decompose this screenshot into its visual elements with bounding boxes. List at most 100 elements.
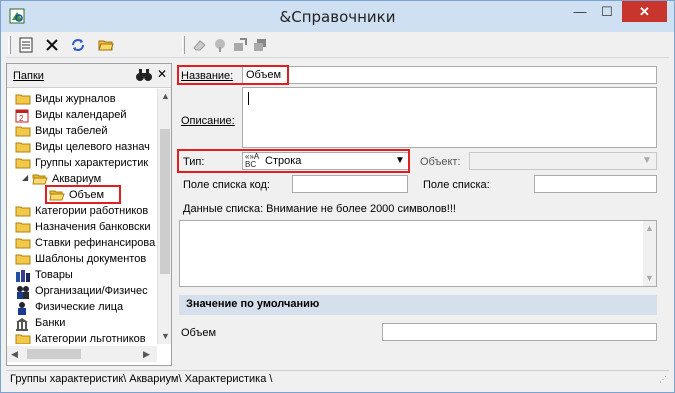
books-icon <box>15 269 31 282</box>
people-icon <box>15 285 31 299</box>
scroll-left-icon[interactable]: ◀ <box>11 349 18 360</box>
tree-item[interactable]: Виды журналов <box>15 91 116 107</box>
tree-item[interactable]: Физические лица <box>15 299 123 315</box>
bank-icon <box>15 317 31 331</box>
default-value-field[interactable] <box>382 323 657 341</box>
open-folder-icon[interactable] <box>96 35 116 55</box>
tree-item[interactable]: Банки <box>15 315 65 331</box>
main-window: &Справочники — ☐ ✕ Папки ✕ Виды журналов… <box>0 0 675 393</box>
list-data-field[interactable]: ▲ ▼ <box>179 220 657 287</box>
tree-item[interactable]: Группы характеристик <box>15 155 148 171</box>
document-icon[interactable] <box>16 35 36 55</box>
list-data-down-icon[interactable]: ▼ <box>645 273 654 283</box>
minimize-button[interactable]: — <box>567 1 593 22</box>
folder-icon <box>15 205 31 217</box>
folder-icon <box>15 157 31 169</box>
tree-vertical-scrollbar[interactable]: ▲ ▼ <box>157 89 171 344</box>
tree-item[interactable]: Виды целевого назнач <box>15 139 150 155</box>
folders-title: Папки <box>13 70 44 82</box>
description-label: Описание: <box>181 115 235 127</box>
scroll-right-icon[interactable]: ▶ <box>143 349 150 360</box>
paint-icon[interactable] <box>210 35 230 55</box>
tree-horizontal-scrollbar[interactable]: ◀ ▶ <box>7 346 157 362</box>
status-path: Группы характеристик\ Аквариум\ Характер… <box>10 373 273 385</box>
expand-triangle-icon[interactable]: ◢ <box>22 173 28 182</box>
tree-item-label: Назначения банковски <box>35 221 151 233</box>
tree-item-label: Физические лица <box>35 301 124 313</box>
list-data-up-icon[interactable]: ▲ <box>645 223 654 233</box>
tree-item[interactable]: Товары <box>15 267 73 283</box>
horizontal-scroll-thumb[interactable] <box>27 349 81 359</box>
tree-item-label: Категории льготников <box>35 333 146 344</box>
type-select[interactable]: «»ABC Строка ▼ <box>242 152 410 170</box>
folder-icon <box>15 333 31 344</box>
calendar-icon: 2 <box>15 109 31 123</box>
toolbar-grip[interactable] <box>8 36 11 54</box>
tree-item[interactable]: 2 Виды календарей <box>15 107 127 123</box>
tree-item-label: Организации/Физичес <box>35 285 148 297</box>
object-select[interactable]: ▼ <box>469 152 657 170</box>
maximize-button[interactable]: ☐ <box>594 1 620 22</box>
tree-item-label: Банки <box>35 317 66 329</box>
tree-item[interactable]: Организации/Физичес <box>15 283 148 299</box>
folder-icon <box>15 125 31 137</box>
tree-item[interactable]: Категории работников <box>15 203 148 219</box>
binoculars-icon[interactable] <box>135 68 153 82</box>
vertical-scroll-thumb[interactable] <box>160 129 170 274</box>
tree-item-label: Виды целевого назнач <box>35 141 150 153</box>
description-field[interactable] <box>242 87 657 148</box>
resize-grip-icon[interactable]: ⋰ <box>659 375 667 384</box>
string-type-icon: «»ABC <box>245 152 260 169</box>
tree-item[interactable]: Назначения банковски <box>15 219 150 235</box>
list-data-label: Данные списка: Внимание не более 2000 си… <box>183 203 456 215</box>
folder-icon <box>15 237 31 249</box>
window-icon[interactable] <box>250 35 270 55</box>
refresh-icon[interactable] <box>68 35 88 55</box>
tree-item-label: Шаблоны документов <box>35 253 147 265</box>
folder-open-icon <box>32 173 48 185</box>
tree-item[interactable]: Категории льготников <box>15 331 146 344</box>
list-field-label: Поле списка: <box>423 179 490 191</box>
object-chevron-down-icon[interactable]: ▼ <box>642 155 652 166</box>
name-field[interactable]: Объем <box>242 66 657 84</box>
delete-icon[interactable] <box>42 35 62 55</box>
type-select-value: Строка <box>265 155 302 167</box>
close-folders-icon[interactable]: ✕ <box>157 67 167 81</box>
folder-icon <box>15 141 31 153</box>
tree-item-label: Виды календарей <box>35 109 127 121</box>
list-code-label: Поле списка код: <box>183 179 270 191</box>
list-data-scrollbar[interactable]: ▲ ▼ <box>643 221 656 286</box>
tree-item-label: Ставки рефинансирова <box>35 237 156 249</box>
tree-item-label: Аквариум <box>52 173 102 185</box>
scroll-up-icon[interactable]: ▲ <box>161 91 170 101</box>
close-button[interactable]: ✕ <box>622 1 667 22</box>
toolbar-grip-2[interactable] <box>182 36 185 54</box>
name-label: Название: <box>181 70 234 82</box>
toolbar <box>6 32 669 58</box>
person-icon <box>15 301 31 315</box>
folder-icon <box>15 253 31 265</box>
list-code-field[interactable] <box>292 175 408 193</box>
description-label-box: Описание: <box>179 87 241 153</box>
properties-form: Название: Объем Описание: Тип: «»ABC Стр… <box>176 63 661 366</box>
tree-item-label: Виды табелей <box>35 125 108 137</box>
name-field-value: Объем <box>246 69 282 81</box>
tree-item[interactable]: Ставки рефинансирова <box>15 235 155 251</box>
selected-item-highlight <box>45 185 121 204</box>
eraser-icon[interactable] <box>190 35 210 55</box>
settings-icon[interactable] <box>230 35 250 55</box>
tree-item[interactable]: Виды табелей <box>15 123 108 139</box>
type-label: Тип: <box>183 156 205 168</box>
tree-item-label: Категории работников <box>35 205 149 217</box>
tree-item-label: Товары <box>35 269 73 281</box>
list-field-input[interactable] <box>534 175 657 193</box>
chevron-down-icon[interactable]: ▼ <box>395 155 405 166</box>
scroll-down-icon[interactable]: ▼ <box>161 331 170 341</box>
tree-item[interactable]: Шаблоны документов <box>15 251 146 267</box>
folder-tree: Виды журналов 2 Виды календарей Виды табеле… <box>7 89 157 344</box>
status-bar: Группы характеристик\ Аквариум\ Характер… <box>6 370 669 388</box>
default-label: Объем <box>181 327 217 339</box>
folder-icon <box>15 221 31 233</box>
title-bar: &Справочники — ☐ ✕ <box>1 1 674 32</box>
folders-header: Папки ✕ <box>7 64 171 88</box>
